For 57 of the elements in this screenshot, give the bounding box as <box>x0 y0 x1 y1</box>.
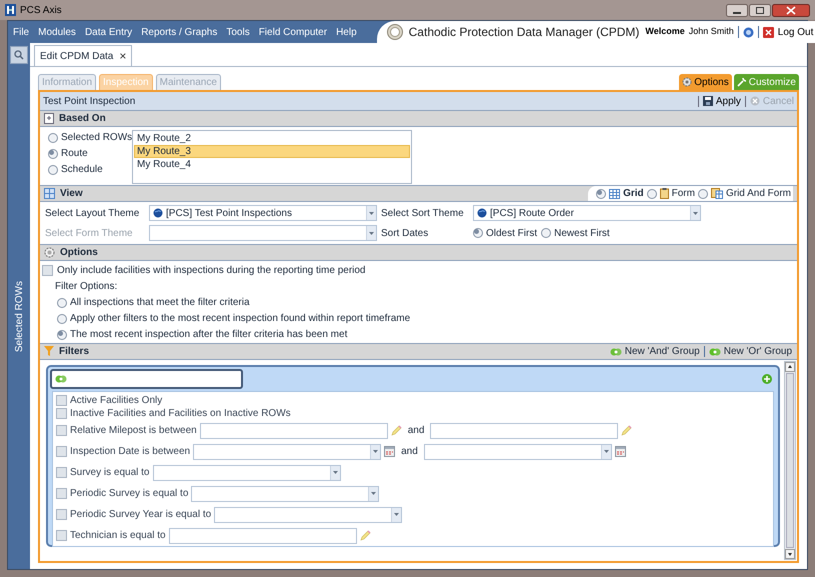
options-button[interactable]: Options <box>679 74 732 90</box>
menu-item[interactable]: Reports / Graphs <box>141 24 218 40</box>
and-label: and <box>408 424 424 438</box>
logout-button[interactable]: Log Out <box>762 24 814 40</box>
filter-label: Periodic Survey is equal to <box>70 487 188 501</box>
filter-label: Technician is equal to <box>70 529 166 543</box>
user-name: John Smith <box>688 25 734 38</box>
radio-label: Selected ROWs <box>61 131 132 145</box>
filter-label: Inactive Facilities and Facilities on Inactive ROWs <box>70 407 291 421</box>
route-list[interactable]: My Route_2 My Route_3 My Route_4 <box>132 130 412 184</box>
radio-label: Form <box>672 187 695 201</box>
filter-label: Inspection Date is between <box>70 445 190 459</box>
section-title: Filters <box>59 345 90 359</box>
radio-label: The most recent inspection after the filter criteria has been met <box>70 328 348 342</box>
list-item[interactable]: My Route_2 <box>134 132 410 145</box>
dropdown-field[interactable]: [PCS] Test Point Inspections <box>149 205 377 221</box>
filter-label: Periodic Survey Year is equal to <box>70 508 212 522</box>
and-label: and <box>401 445 418 459</box>
radio-label: Newest First <box>554 226 610 240</box>
menu-item[interactable]: Field Computer <box>258 24 328 40</box>
window-title: PCS Axis <box>20 4 62 18</box>
new-and-group-button[interactable]: New 'And' Group <box>610 344 700 359</box>
dropdown-field[interactable]: [PCS] Route Order <box>473 205 701 221</box>
apply-button[interactable]: Apply <box>702 94 741 108</box>
section-title: Based On <box>59 112 106 126</box>
welcome-label: Welcome <box>645 25 685 38</box>
checkbox-label: Only include facilities with inspections during the reporting time period <box>57 264 366 278</box>
radio-label: Schedule <box>61 163 103 177</box>
radio-label: Grid <box>623 187 644 201</box>
list-item[interactable]: My Route_3 <box>134 145 410 158</box>
radio-label: Apply other filters to the most recent inspection found within report timeframe <box>70 312 410 326</box>
app-title: Cathodic Protection Data Manager (CPDM) <box>408 24 640 41</box>
menu-item[interactable]: Help <box>336 24 357 40</box>
field-label: Select Form Theme <box>45 226 134 240</box>
list-item[interactable]: My Route_4 <box>134 158 410 171</box>
menu-item[interactable]: Tools <box>226 24 250 40</box>
filter-label: Survey is equal to <box>70 466 150 480</box>
group-label: Filter Options: <box>54 280 118 294</box>
close-tab-button[interactable]: × <box>119 50 126 62</box>
new-or-group-button[interactable]: New 'Or' Group <box>708 344 792 359</box>
section-title: Options <box>60 246 98 260</box>
menu-item[interactable]: Data Entry <box>84 24 132 40</box>
radio-label: Oldest First <box>486 226 538 240</box>
menu-item[interactable]: Modules <box>38 24 76 40</box>
field-label: Select Sort Theme <box>381 206 465 220</box>
field-label: Sort Dates <box>381 226 430 240</box>
sidebar-tab[interactable]: Selected ROWs <box>12 280 26 352</box>
radio-label: Grid And Form <box>726 187 791 201</box>
radio-label: All inspections that meet the filter criteria <box>70 296 250 310</box>
filter-label: Relative Milepost is between <box>70 424 197 438</box>
panel-title: Test Point Inspection <box>43 94 136 108</box>
filter-label: Active Facilities Only <box>70 394 162 408</box>
field-label: Select Layout Theme <box>45 206 140 220</box>
menu-item[interactable]: File <box>13 24 30 40</box>
document-tab[interactable]: Edit CPDM Data × <box>34 45 132 66</box>
radio-label: Route <box>61 147 88 161</box>
section-title: View <box>60 187 83 201</box>
